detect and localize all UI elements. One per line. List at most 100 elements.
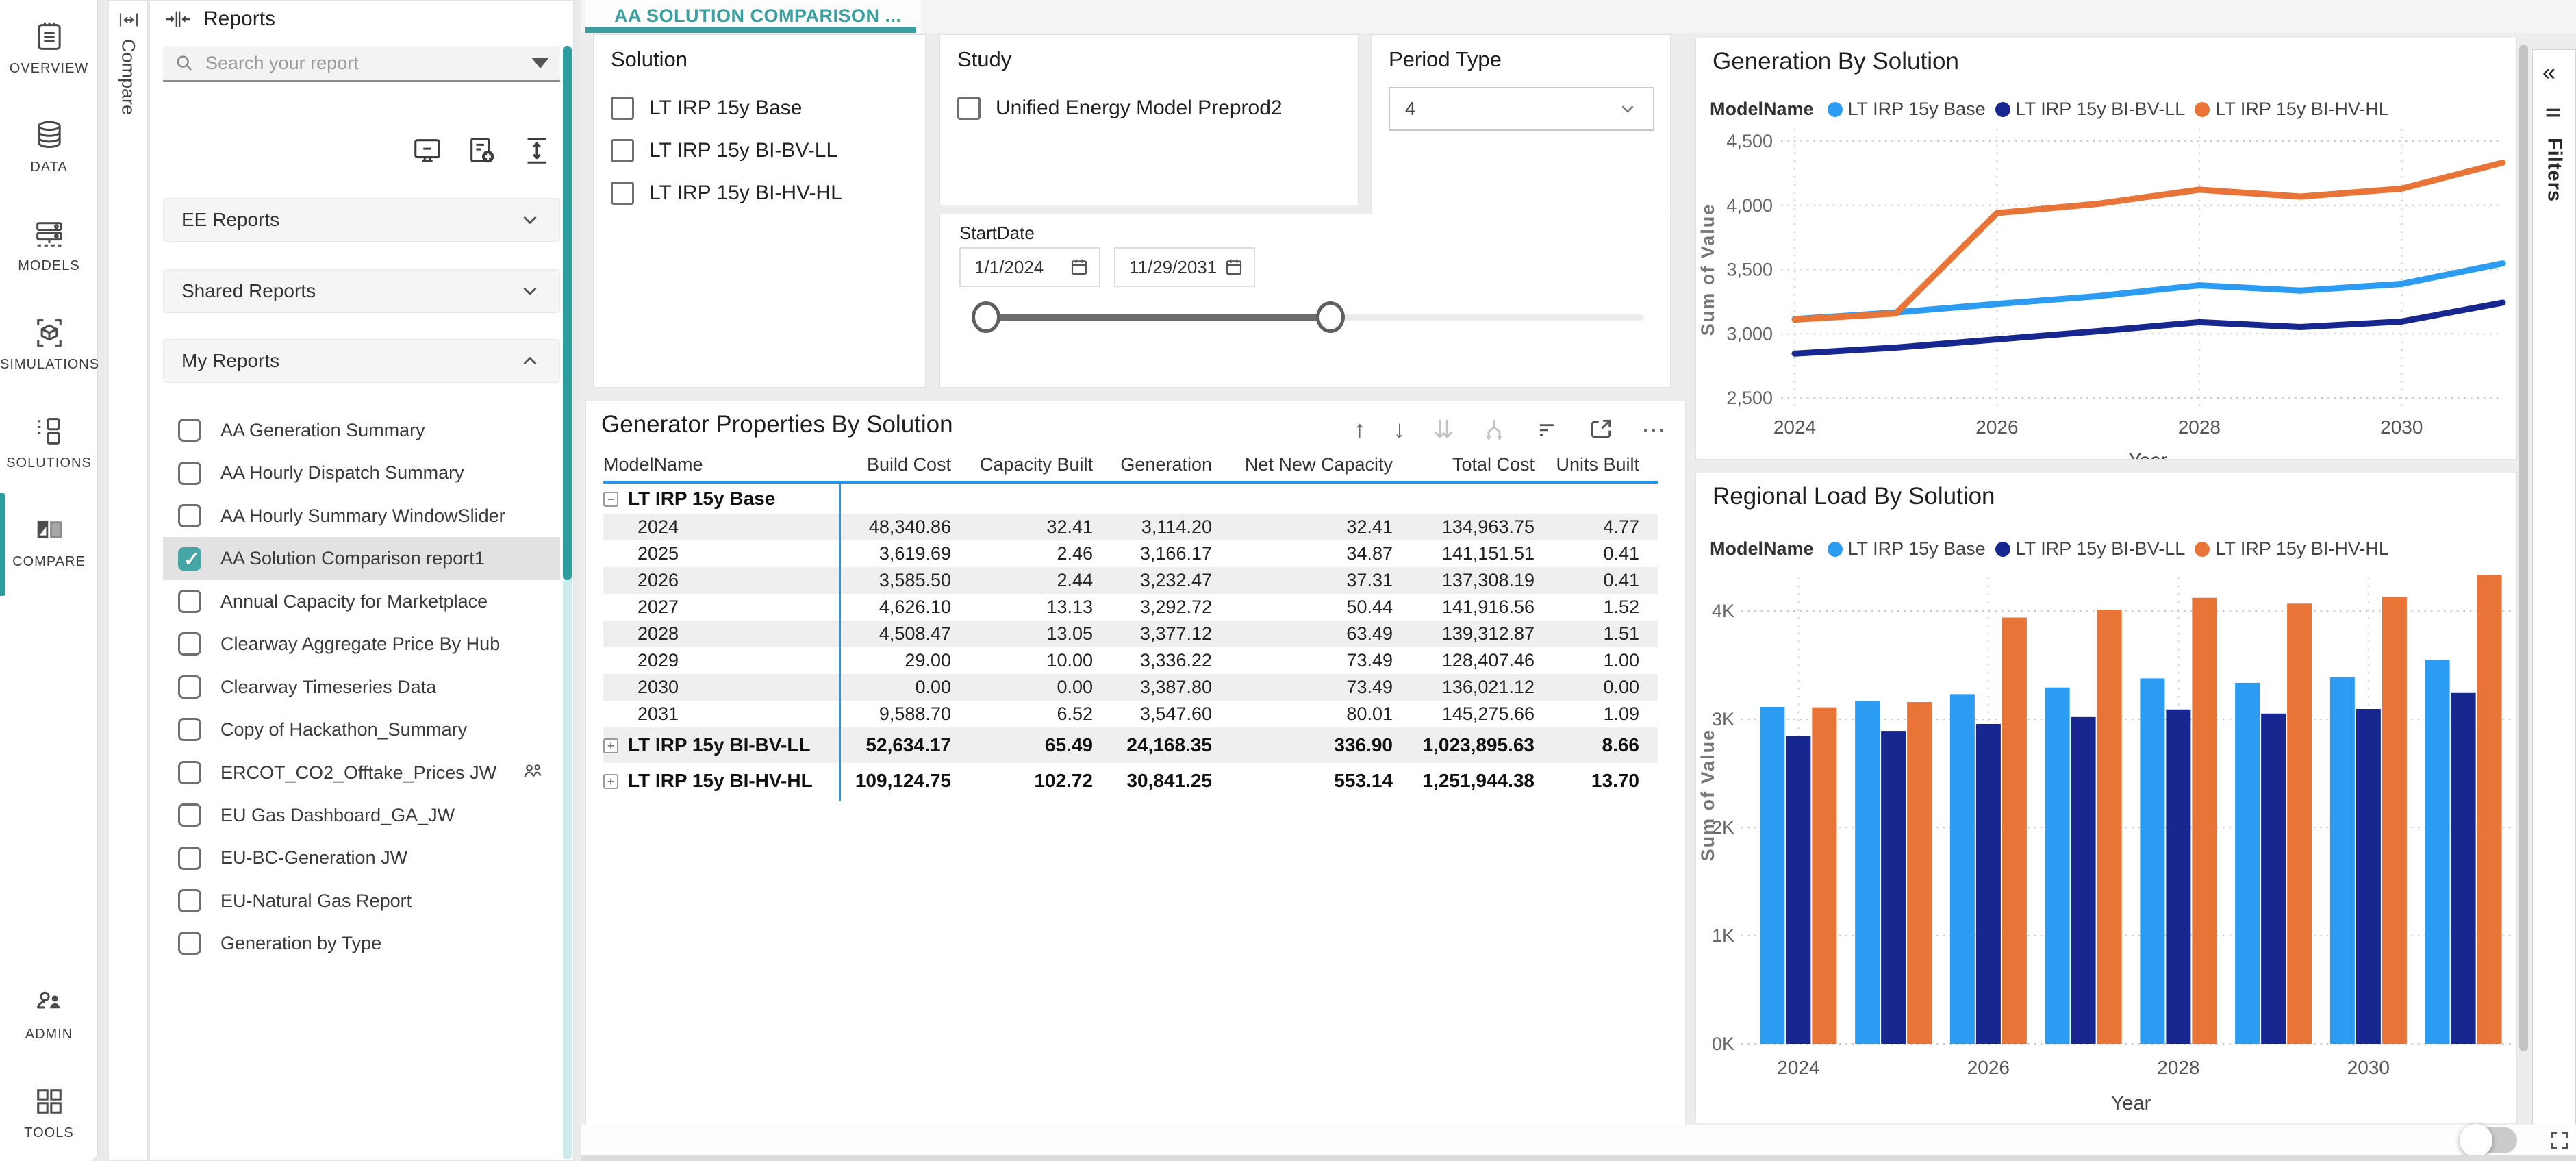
table-group-row[interactable]: − LT IRP 15y Base (603, 484, 1658, 514)
sidebar-item-models[interactable]: MODELS (0, 216, 98, 274)
filters-collapsed-panel[interactable]: « Filters (2532, 49, 2576, 1161)
sort-ascending-icon[interactable]: ↑ (1354, 417, 1366, 442)
bottom-toggle-switch[interactable] (2460, 1124, 2517, 1157)
report-section-my-reports[interactable]: My Reports (163, 339, 560, 383)
report-item[interactable]: Annual Capacity for Marketplace (163, 580, 560, 623)
sort-descending-icon[interactable]: ↓ (1393, 417, 1406, 442)
checkbox-unchecked[interactable] (611, 97, 634, 120)
column-header[interactable]: Capacity Built (952, 454, 1094, 475)
table-row[interactable]: 2025 3,619.69 2.46 3,166.17 34.87 141,151.51 0… (603, 540, 1658, 567)
fullscreen-icon[interactable] (2549, 1129, 2571, 1151)
add-report-icon[interactable] (466, 135, 498, 166)
report-item[interactable]: Generation by Type (163, 922, 560, 964)
column-header[interactable]: Net New Capacity (1213, 454, 1394, 475)
generation-line-chart[interactable]: 2,500 3,000 3,500 4,000 4,500 2024 2026 2028 203… (1696, 103, 2516, 459)
startdate-to-input[interactable]: 11/29/2031 (1114, 247, 1255, 287)
period-type-select[interactable]: 4 (1389, 87, 1654, 131)
column-header[interactable]: Generation (1094, 454, 1213, 475)
checkbox-unchecked[interactable] (178, 760, 201, 784)
report-item[interactable]: AA Hourly Dispatch Summary (163, 451, 560, 494)
calendar-icon[interactable] (1069, 257, 1089, 277)
reports-scrollbar-thumb[interactable] (563, 46, 572, 580)
checkbox-checked[interactable] (178, 547, 201, 571)
display-report-icon[interactable] (412, 135, 443, 166)
sidebar-item-compare[interactable]: COMPARE (0, 512, 98, 570)
expand-visual-icon[interactable] (1588, 416, 1614, 442)
table-group-total-row[interactable]: + LT IRP 15y BI-HV-HL 109,124.75 102.72 30,8… (603, 763, 1658, 799)
more-options-icon[interactable]: ⋯ (1641, 417, 1666, 442)
checkbox-unchecked[interactable] (178, 718, 201, 742)
checkbox-unchecked[interactable] (178, 461, 201, 485)
report-item[interactable]: EU-Natural Gas Report (163, 879, 560, 922)
report-item[interactable]: AA Generation Summary (163, 409, 560, 451)
report-item[interactable]: EU Gas Dashboard_GA_JW (163, 794, 560, 836)
expand-group-icon[interactable]: + (603, 738, 618, 753)
checkbox-unchecked[interactable] (178, 675, 201, 699)
horizontal-scrollbar[interactable] (581, 1155, 2576, 1161)
sidebar-item-solutions[interactable]: SOLUTIONS (0, 414, 98, 471)
sidebar-item-tools[interactable]: TOOLS (0, 1084, 98, 1141)
compare-collapsed-panel[interactable]: Compare (108, 0, 148, 1161)
main-vertical-scrollbar[interactable] (2518, 38, 2529, 1120)
report-item[interactable]: Clearway Aggregate Price By Hub (163, 623, 560, 665)
checkbox-unchecked[interactable] (178, 589, 201, 613)
table-row[interactable]: 2026 3,585.50 2.44 3,232.47 37.31 137,308.19 0… (603, 567, 1658, 594)
solution-option[interactable]: LT IRP 15y BI-HV-HL (611, 182, 842, 205)
sidebar-item-overview[interactable]: OVERVIEW (0, 19, 98, 77)
main-scrollbar-thumb[interactable] (2519, 45, 2528, 1051)
legend-item[interactable]: LT IRP 15y BI-HV-HL (2195, 538, 2389, 560)
checkbox-unchecked[interactable] (178, 846, 201, 870)
checkbox-unchecked[interactable] (178, 803, 201, 827)
report-item[interactable]: ERCOT_CO2_Offtake_Prices JW (163, 751, 560, 794)
solution-option[interactable]: LT IRP 15y Base (611, 97, 842, 120)
checkbox-unchecked[interactable] (611, 139, 634, 162)
table-row[interactable]: 2029 29.00 10.00 3,336.22 73.49 128,407.46 1.0… (603, 647, 1658, 674)
expand-list-icon[interactable] (521, 135, 553, 166)
column-header[interactable]: Total Cost (1394, 454, 1536, 475)
startdate-from-input[interactable]: 1/1/2024 (959, 247, 1100, 287)
sidebar-item-admin[interactable]: ADMIN (0, 985, 98, 1043)
solution-option[interactable]: LT IRP 15y BI-BV-LL (611, 139, 842, 162)
report-item[interactable]: AA Hourly Summary WindowSlider (163, 495, 560, 537)
checkbox-unchecked[interactable] (178, 504, 201, 528)
sidebar-item-simulations[interactable]: SIMULATIONS (0, 315, 99, 373)
group-hierarchy-icon[interactable] (1481, 416, 1507, 442)
study-option[interactable]: Unified Energy Model Preprod2 (957, 97, 1283, 120)
date-range-slider[interactable] (972, 301, 1644, 333)
collapse-panel-icon[interactable] (164, 8, 192, 31)
collapse-chevrons-icon[interactable]: « (2542, 60, 2555, 86)
reports-scrollbar[interactable] (563, 46, 572, 1159)
table-row[interactable]: 2027 4,626.10 13.13 3,292.72 50.44 141,916.56… (603, 594, 1658, 621)
report-item[interactable]: EU-BC-Generation JW (163, 836, 560, 879)
column-header[interactable]: Units Built (1536, 454, 1641, 475)
legend-item[interactable]: LT IRP 15y BI-BV-LL (1995, 538, 2185, 560)
filter-icon[interactable] (1535, 416, 1561, 442)
report-section-shared-reports[interactable]: Shared Reports (163, 269, 560, 313)
calendar-icon[interactable] (1224, 257, 1244, 277)
sidebar-item-data[interactable]: DATA (0, 118, 98, 175)
date-range-handle-end[interactable] (1316, 301, 1345, 333)
checkbox-unchecked[interactable] (178, 889, 201, 913)
legend-item[interactable]: LT IRP 15y Base (1827, 538, 1986, 560)
report-item[interactable]: AA Solution Comparison report1 (163, 537, 560, 580)
table-row[interactable]: 2028 4,508.47 13.05 3,377.12 63.49 139,312.87… (603, 621, 1658, 647)
regional-load-bar-chart[interactable]: 0K1K2K3K4K2024 2026 2028 2030YearSum of Val… (1696, 573, 2516, 1121)
expand-panel-icon[interactable] (115, 9, 142, 31)
report-section-ee-reports[interactable]: EE Reports (163, 198, 560, 242)
report-search-input[interactable] (194, 52, 531, 74)
checkbox-unchecked[interactable] (178, 932, 201, 956)
search-dropdown-caret[interactable] (531, 58, 549, 68)
checkbox-unchecked[interactable] (611, 182, 634, 205)
checkbox-unchecked[interactable] (178, 632, 201, 656)
column-header[interactable]: ModelName (603, 454, 839, 475)
column-header[interactable]: Build Cost (839, 454, 952, 475)
table-row[interactable]: 2024 48,340.86 32.41 3,114.20 32.41 134,963.7… (603, 514, 1658, 540)
expand-group-icon[interactable]: + (603, 774, 618, 789)
collapse-group-icon[interactable]: − (603, 492, 618, 507)
checkbox-unchecked[interactable] (178, 419, 201, 442)
report-search-box[interactable] (163, 46, 560, 82)
report-item[interactable]: Copy of Hackathon_Summary (163, 708, 560, 751)
table-group-total-row[interactable]: + LT IRP 15y BI-BV-LL 52,634.17 65.49 24,168… (603, 727, 1658, 763)
table-row[interactable]: 2031 9,588.70 6.52 3,547.60 80.01 145,275.66 1… (603, 701, 1658, 727)
expand-all-icon[interactable]: ⇊ (1433, 417, 1454, 442)
